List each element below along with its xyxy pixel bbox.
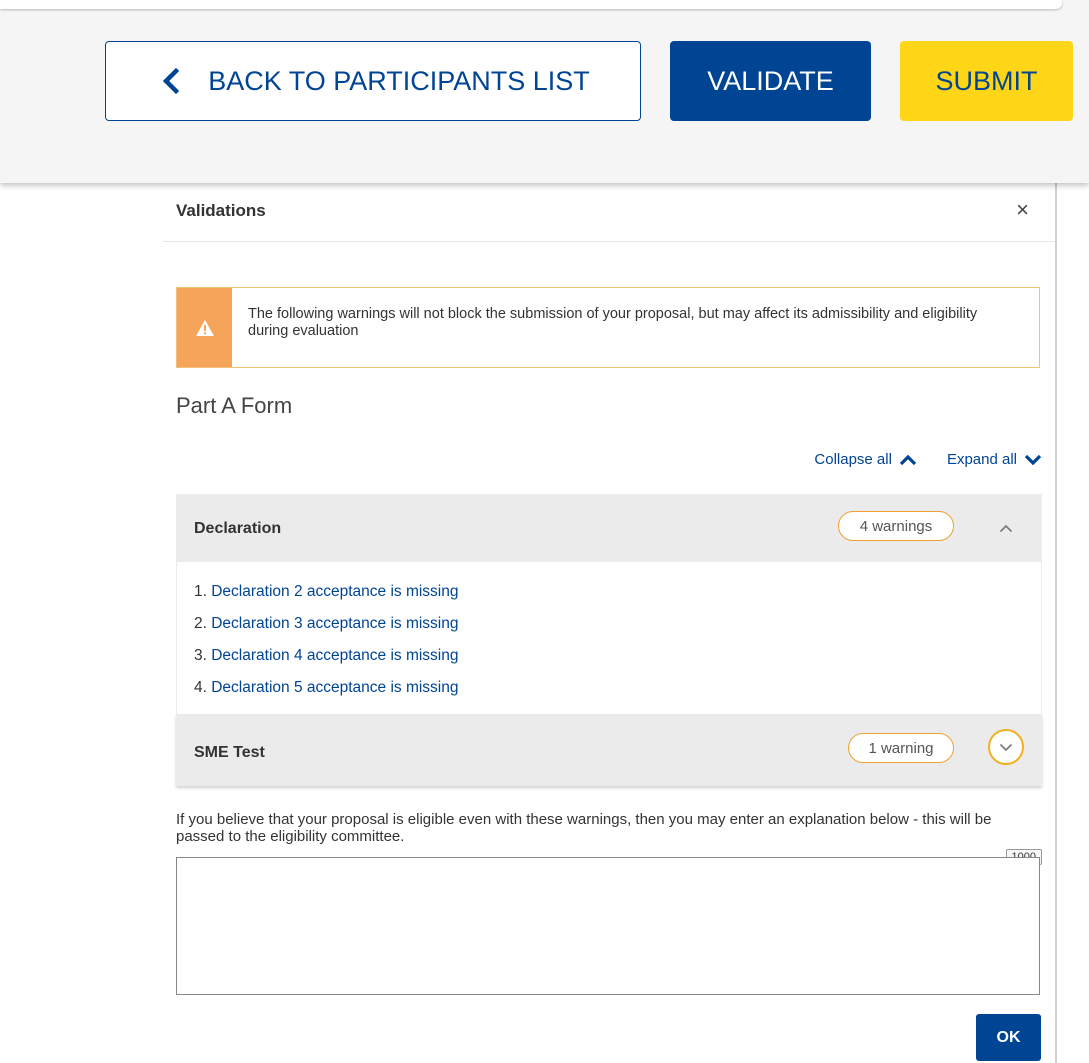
back-to-participants-button[interactable]: BACK TO PARTICIPANTS LIST: [105, 41, 641, 121]
list-item: 2. Declaration 3 acceptance is missing: [194, 608, 1041, 640]
submit-button[interactable]: SUBMIT: [900, 41, 1073, 121]
warning-link[interactable]: Declaration 4 acceptance is missing: [211, 647, 458, 664]
warning-link[interactable]: Declaration 3 acceptance is missing: [211, 615, 458, 632]
item-number: 4.: [194, 679, 212, 696]
item-number: 2.: [194, 615, 212, 632]
warning-triangle-icon: [177, 288, 232, 367]
list-item: 1. Declaration 2 acceptance is missing: [194, 576, 1041, 608]
ok-button-label: OK: [996, 1028, 1021, 1046]
toolbar-top-edge: [0, 0, 1062, 9]
accordion-header-declaration[interactable]: Declaration 4 warnings: [176, 494, 1042, 562]
explanation-textarea[interactable]: [176, 857, 1040, 995]
panel-title: Validations: [176, 201, 266, 220]
warning-count-badge: 1 warning: [848, 733, 954, 763]
collapse-expand-controls: Collapse all Expand all: [814, 451, 1042, 468]
chevron-up-icon: [899, 454, 917, 465]
warning-alert-text: The following warnings will not block th…: [248, 306, 978, 339]
warning-alert: The following warnings will not block th…: [176, 287, 1040, 368]
chevron-down-icon: [1024, 454, 1042, 465]
accordion-header-sme-test[interactable]: SME Test 1 warning: [176, 714, 1042, 786]
collapse-all-label: Collapse all: [814, 451, 892, 468]
accordion-title: SME Test: [194, 744, 265, 761]
explanation-instructions: If you believe that your proposal is eli…: [176, 811, 992, 845]
warning-count-badge: 4 warnings: [838, 511, 954, 541]
item-number: 3.: [194, 647, 212, 664]
accordion-sme-test: SME Test 1 warning: [176, 714, 1042, 786]
expand-all-link[interactable]: Expand all: [947, 451, 1042, 468]
list-item: 3. Declaration 4 acceptance is missing: [194, 640, 1041, 672]
accordion-title: Declaration: [194, 520, 282, 537]
ok-button[interactable]: OK: [976, 1014, 1041, 1061]
warning-link[interactable]: Declaration 5 acceptance is missing: [211, 679, 458, 696]
validate-button-label: VALIDATE: [707, 65, 834, 96]
collapse-all-link[interactable]: Collapse all: [814, 451, 917, 468]
submit-button-label: SUBMIT: [935, 65, 1038, 96]
item-number: 1.: [194, 583, 212, 600]
list-item: 4. Declaration 5 acceptance is missing: [194, 672, 1041, 704]
expand-all-label: Expand all: [946, 451, 1017, 468]
warning-link[interactable]: Declaration 2 acceptance is missing: [211, 583, 458, 600]
validations-panel: Validations × The following warnings wil…: [163, 183, 1057, 1063]
accordion-declaration: Declaration 4 warnings 1. Declaration 2 …: [176, 494, 1042, 714]
back-button-label: BACK TO PARTICIPANTS LIST: [208, 65, 590, 96]
section-title: Part A Form: [176, 393, 293, 418]
validate-button[interactable]: VALIDATE: [670, 41, 871, 121]
action-toolbar: BACK TO PARTICIPANTS LIST VALIDATE SUBMI…: [0, 0, 1089, 183]
chevron-up-icon[interactable]: [994, 516, 1018, 540]
chevron-left-icon: [163, 67, 180, 95]
panel-header: Validations ×: [163, 183, 1055, 242]
chevron-down-icon[interactable]: [988, 729, 1024, 765]
close-icon[interactable]: ×: [1016, 199, 1029, 221]
accordion-body-declaration: 1. Declaration 2 acceptance is missing 2…: [176, 562, 1042, 714]
